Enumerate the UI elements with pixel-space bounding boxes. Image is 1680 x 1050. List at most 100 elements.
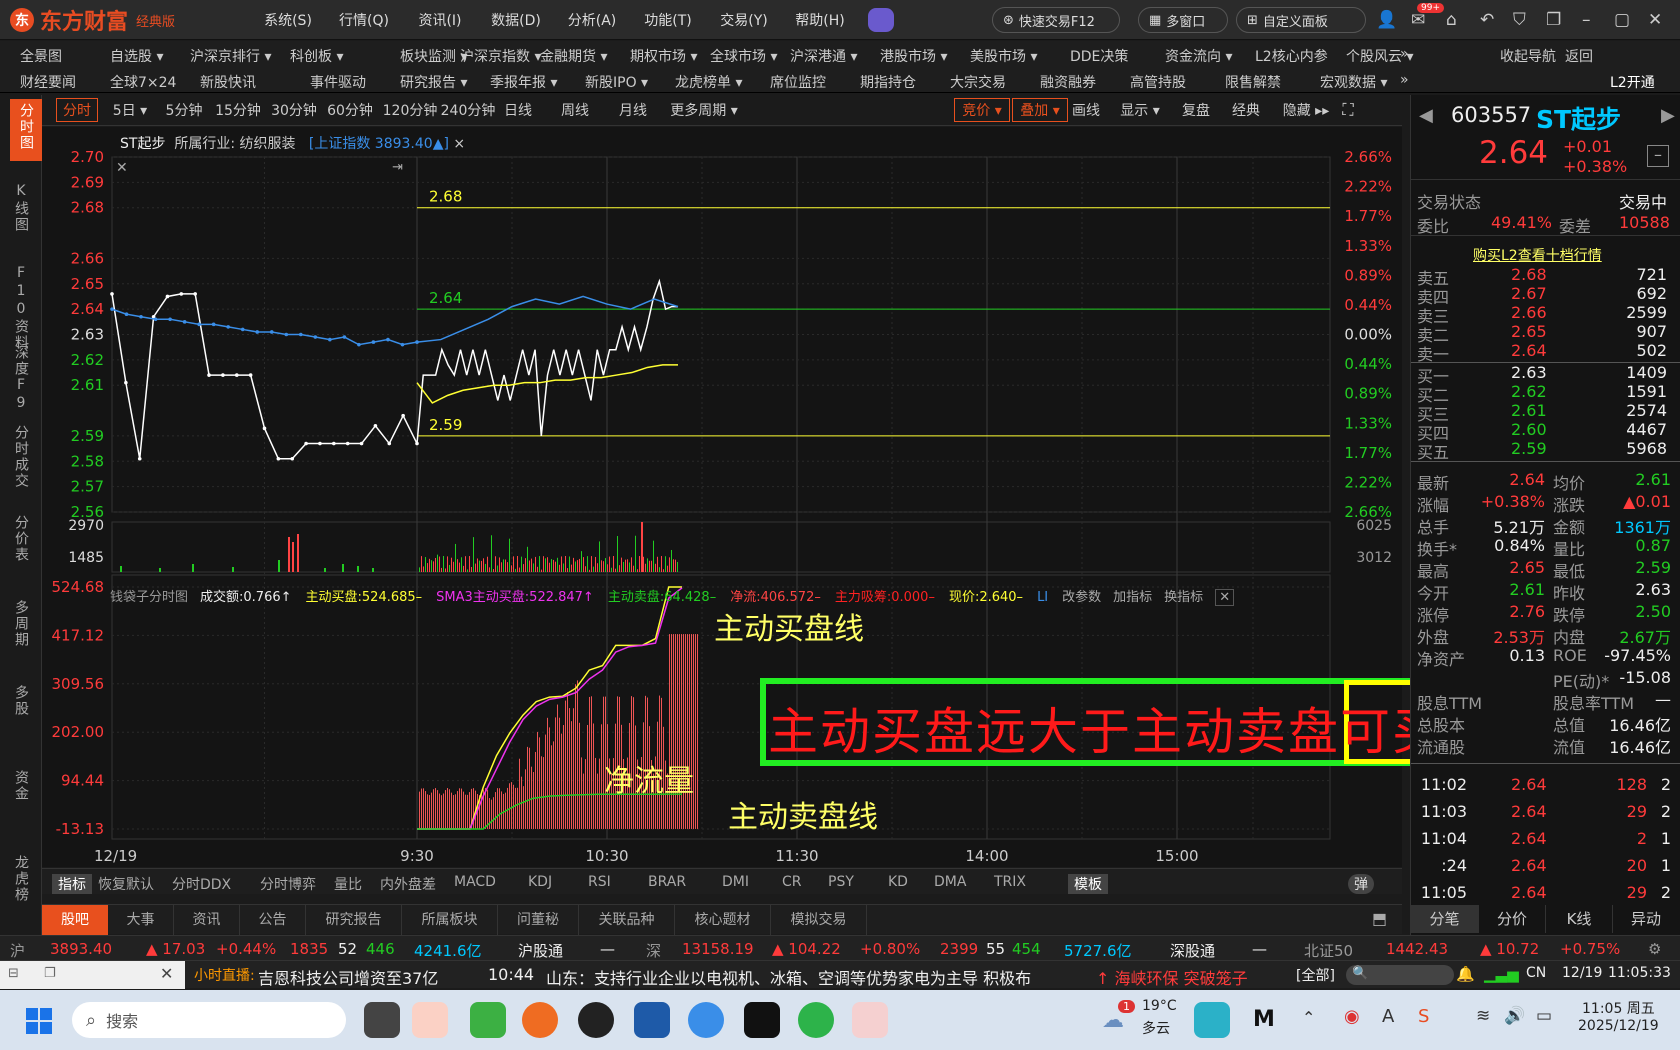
- quote-tab[interactable]: 分笔: [1411, 905, 1478, 933]
- period-tab[interactable]: 120分钟: [382, 98, 438, 122]
- info-tab[interactable]: 公告: [240, 905, 306, 935]
- toggle-switch[interactable]: 弹: [1348, 874, 1374, 894]
- period-tab[interactable]: 周线: [550, 98, 600, 122]
- menu-item[interactable]: 交易(Y): [706, 10, 782, 30]
- indicator-tab[interactable]: KDJ: [528, 874, 552, 890]
- indicator-action[interactable]: 加指标: [1113, 590, 1152, 605]
- bell-icon[interactable]: 🔔: [1456, 965, 1475, 983]
- fullscreen-icon[interactable]: ⛶: [1336, 98, 1360, 122]
- nav2-item[interactable]: 融资融券: [1040, 72, 1096, 92]
- indicator-tab[interactable]: DMI: [722, 874, 749, 890]
- nav1-item[interactable]: 自选股 ▾: [110, 46, 163, 66]
- menu-item[interactable]: 功能(T): [630, 10, 706, 30]
- minimize-icon[interactable]: –: [1582, 10, 1591, 30]
- quote-tab[interactable]: 异动: [1612, 905, 1679, 933]
- nav1-item[interactable]: 板块监测 ▾: [400, 46, 467, 66]
- nav2-item[interactable]: L2开通: [1610, 72, 1655, 92]
- sailboat-app-icon[interactable]: [634, 1002, 670, 1038]
- assistant-robot-icon[interactable]: [868, 8, 894, 32]
- quote-tab[interactable]: 分价: [1478, 905, 1545, 933]
- nav2-item[interactable]: 新股IPO ▾: [585, 72, 648, 92]
- all-news-link[interactable]: [全部]: [1296, 965, 1335, 985]
- menu-item[interactable]: 行情(Q): [326, 10, 402, 30]
- nav2-item[interactable]: 财经要闻: [20, 72, 76, 92]
- sh-index[interactable]: 3893.40: [50, 940, 112, 958]
- qq-app-icon[interactable]: [578, 1002, 614, 1038]
- menu-item[interactable]: 数据(D): [478, 10, 554, 30]
- nav2-item[interactable]: 龙虎榜单 ▾: [675, 72, 742, 92]
- tray-app-icon[interactable]: ◉: [1344, 1006, 1360, 1027]
- hot-stock-alert[interactable]: ↑ 海峡环保 突破笼子: [1096, 965, 1248, 989]
- chart-tool[interactable]: 复盘: [1172, 98, 1220, 122]
- gmi-app-icon[interactable]: [688, 1002, 724, 1038]
- tiktok-app-icon[interactable]: [744, 1002, 780, 1038]
- indicator-tab[interactable]: PSY: [828, 874, 854, 890]
- news-item-1[interactable]: 吉恩科技公司增资至37亿: [258, 965, 438, 989]
- bz-index[interactable]: 1442.43: [1386, 940, 1448, 958]
- chart-tool[interactable]: 画线: [1062, 98, 1110, 122]
- left-tab[interactable]: 龙虎榜: [10, 855, 32, 909]
- indicator-tab[interactable]: 分时博弈: [260, 874, 316, 894]
- nav1-item[interactable]: L2核心内参: [1255, 46, 1328, 66]
- period-tab[interactable]: 15分钟: [212, 98, 264, 122]
- nav2-item[interactable]: 高管持股: [1130, 72, 1186, 92]
- paint-app-icon[interactable]: [852, 1002, 888, 1038]
- maximize-icon[interactable]: ▢: [1614, 10, 1630, 30]
- nav2-item[interactable]: 席位监控: [770, 72, 826, 92]
- nav2-item[interactable]: 季报年报 ▾: [490, 72, 557, 92]
- period-tab[interactable]: 分时: [56, 98, 98, 122]
- left-tab[interactable]: 多股: [10, 685, 32, 723]
- info-tab[interactable]: 所属板块: [402, 905, 498, 935]
- info-tab[interactable]: 资讯: [174, 905, 240, 935]
- nav1-item[interactable]: 全球市场 ▾: [710, 46, 777, 66]
- nav1-item[interactable]: 期权市场 ▾: [630, 46, 697, 66]
- hgt-label[interactable]: 沪股通: [518, 940, 563, 961]
- menu-item[interactable]: 资讯(I): [402, 10, 478, 30]
- k-app-icon[interactable]: [1194, 1002, 1230, 1038]
- info-tab[interactable]: 核心题材: [675, 905, 771, 935]
- left-tab[interactable]: 深度F9: [10, 345, 32, 419]
- sz-index[interactable]: 13158.19: [682, 940, 754, 958]
- nav2-item[interactable]: 全球7×24: [110, 72, 176, 92]
- left-tab[interactable]: 分时图: [10, 99, 42, 161]
- left-tab[interactable]: 分价表: [10, 515, 32, 569]
- indicator-tab[interactable]: 内外盘差: [380, 874, 436, 894]
- taskbar-time[interactable]: 11:05 周五: [1582, 998, 1655, 1018]
- tray-expand-icon[interactable]: ⌃: [1302, 1008, 1315, 1027]
- cloud-icon[interactable]: ☁: [1102, 1008, 1124, 1033]
- multi-window-button[interactable]: ▦ 多窗口: [1138, 7, 1228, 33]
- info-tab[interactable]: 大事: [108, 905, 174, 935]
- volume-icon[interactable]: 🔊: [1504, 1006, 1525, 1026]
- indicator-tab[interactable]: DMA: [934, 874, 966, 890]
- left-tab[interactable]: 多周期: [10, 600, 32, 654]
- sgt-label[interactable]: 深股通: [1170, 940, 1215, 961]
- nav1-item[interactable]: 收起导航: [1500, 46, 1556, 66]
- skin-icon[interactable]: ⛉: [1513, 10, 1526, 30]
- index-overlay-label[interactable]: [上证指数 3893.40▲]: [309, 136, 449, 152]
- mail-icon[interactable]: ✉: [1411, 10, 1425, 30]
- battery-icon[interactable]: ▭: [1536, 1006, 1552, 1026]
- indicator-tab[interactable]: CR: [782, 874, 802, 890]
- menu-item[interactable]: 分析(A): [554, 10, 630, 30]
- info-tab[interactable]: 研究报告: [306, 905, 402, 935]
- nav2-item[interactable]: 研究报告 ▾: [400, 72, 467, 92]
- indicator-action[interactable]: 换指标: [1164, 590, 1203, 605]
- indicator-tab[interactable]: 恢复默认: [98, 874, 154, 894]
- period-tab[interactable]: 更多周期 ▾: [664, 98, 744, 122]
- quick-trade-button[interactable]: ⊛ 快速交易F12: [992, 7, 1120, 33]
- menu-item[interactable]: 帮助(H): [782, 10, 858, 30]
- next-stock-icon[interactable]: ▶: [1661, 105, 1675, 126]
- browser-app-icon[interactable]: [470, 1002, 506, 1038]
- m-app-icon[interactable]: M: [1246, 1002, 1282, 1038]
- nav1-item[interactable]: 沪深京指数 ▾: [460, 46, 541, 66]
- indicator-tab[interactable]: RSI: [588, 874, 611, 890]
- nav2-item[interactable]: »: [1400, 72, 1409, 88]
- tray-s-icon[interactable]: S: [1418, 1006, 1429, 1027]
- info-tab[interactable]: 模拟交易: [771, 905, 867, 935]
- info-tab[interactable]: 股吧: [42, 905, 108, 935]
- nav2-item[interactable]: 事件驱动: [310, 72, 366, 92]
- nav1-item[interactable]: 沪深港通 ▾: [790, 46, 857, 66]
- home-icon[interactable]: ⌂: [1446, 10, 1457, 30]
- l2-purchase-link[interactable]: 购买L2查看十档行情: [1473, 245, 1602, 265]
- nav1-item[interactable]: 资金流向 ▾: [1165, 46, 1232, 66]
